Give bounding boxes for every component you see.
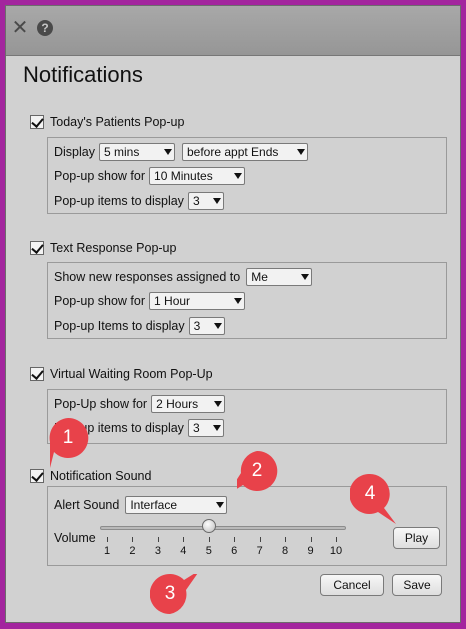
virtual-show-for-dropdown[interactable]: 2 Hours	[151, 395, 226, 413]
volume-tick-label: 5	[205, 545, 212, 557]
notification-sound-toggle[interactable]: Notification Sound	[30, 469, 151, 483]
todays-show-for-value: 10 Minutes	[154, 169, 213, 183]
volume-tick	[285, 537, 287, 542]
volume-tick-label: 7	[256, 545, 263, 557]
text-response-label: Text Response Pop-up	[50, 241, 177, 255]
assigned-to-dropdown[interactable]: Me	[246, 268, 313, 286]
items-label: Pop-up items to display	[54, 194, 184, 208]
chevron-down-icon	[213, 323, 222, 329]
display-label: Display	[54, 145, 95, 159]
virtual-waiting-group: Pop-Up show for 2 Hours Pop-up items to …	[47, 389, 447, 444]
volume-tick	[336, 537, 337, 542]
text-response-checkbox[interactable]	[30, 241, 44, 255]
chevron-down-icon	[297, 149, 305, 155]
virtual-show-for-value: 2 Hours	[156, 397, 199, 411]
text-response-group: Show new responses assigned to Me Pop-up…	[47, 262, 447, 339]
show-for-label: Pop-up show for	[54, 294, 146, 308]
volume-tick-label: 2	[129, 545, 136, 557]
close-icon[interactable]: ✕	[9, 17, 31, 39]
volume-tick-label: 10	[329, 545, 343, 557]
cancel-button[interactable]: Cancel	[320, 574, 384, 596]
alert-sound-label: Alert Sound	[54, 498, 120, 512]
virtual-waiting-checkbox[interactable]	[30, 367, 44, 381]
chevron-down-icon	[212, 198, 221, 204]
assigned-label: Show new responses assigned to	[54, 270, 241, 284]
notification-sound-label: Notification Sound	[50, 469, 152, 483]
assigned-to-value: Me	[251, 270, 268, 284]
text-show-for-value: 1 Hour	[154, 294, 191, 308]
show-for-label: Pop-Up show for	[54, 397, 148, 411]
play-button[interactable]: Play	[393, 527, 440, 549]
todays-patients-group: Display 5 mins before appt Ends Pop-up s…	[47, 137, 447, 214]
volume-slider-track[interactable]	[100, 526, 346, 530]
todays-patients-toggle[interactable]: Today's Patients Pop-up	[30, 115, 184, 129]
chevron-down-icon	[164, 149, 172, 155]
volume-tick	[208, 537, 210, 542]
virtual-items-value: 3	[192, 421, 200, 435]
todays-patients-checkbox[interactable]	[30, 115, 44, 129]
text-show-for-dropdown[interactable]: 1 Hour	[149, 292, 246, 310]
volume-tick-label: 9	[307, 545, 314, 557]
volume-tick	[310, 537, 312, 542]
volume-tick	[183, 537, 185, 542]
volume-tick	[234, 537, 236, 542]
alert-sound-value: Interface	[130, 498, 178, 512]
virtual-waiting-toggle[interactable]: Virtual Waiting Room Pop-Up	[30, 367, 213, 381]
virtual-waiting-label: Virtual Waiting Room Pop-Up	[50, 367, 213, 381]
notification-sound-checkbox[interactable]	[30, 469, 44, 483]
chevron-down-icon	[234, 298, 243, 304]
chevron-down-icon	[214, 401, 223, 407]
todays-items-dropdown[interactable]: 3	[187, 192, 224, 210]
save-button[interactable]: Save	[392, 574, 442, 596]
display-when-value: before appt Ends	[187, 145, 279, 159]
display-duration-dropdown[interactable]: 5 mins	[99, 143, 175, 161]
volume-tick	[157, 537, 159, 542]
todays-items-value: 3	[192, 194, 200, 208]
volume-tick-label: 3	[154, 545, 161, 557]
display-when-dropdown[interactable]: before appt Ends	[182, 143, 308, 161]
chevron-down-icon	[234, 173, 243, 179]
volume-tick	[259, 537, 261, 542]
page-title: Notifications	[23, 62, 143, 87]
todays-patients-label: Today's Patients Pop-up	[50, 115, 185, 129]
show-for-label: Pop-up show for	[54, 169, 146, 183]
text-items-dropdown[interactable]: 3	[188, 317, 225, 335]
todays-show-for-dropdown[interactable]: 10 Minutes	[149, 167, 246, 185]
volume-slider-thumb[interactable]	[201, 519, 216, 533]
chevron-down-icon	[301, 274, 310, 280]
volume-tick-label: 1	[103, 545, 111, 557]
chevron-down-icon	[216, 502, 225, 508]
volume-tick	[132, 537, 134, 542]
text-items-value: 3	[193, 319, 201, 333]
items-label: Pop-up Items to display	[54, 319, 185, 333]
chevron-down-icon	[212, 425, 221, 431]
text-response-toggle[interactable]: Text Response Pop-up	[30, 241, 176, 255]
volume-label: Volume	[54, 531, 96, 545]
items-label: Pop-up items to display	[54, 421, 184, 435]
virtual-items-dropdown[interactable]: 3	[187, 419, 224, 437]
volume-tick-label: 8	[282, 545, 289, 557]
title-bar: ✕ ?	[6, 6, 460, 56]
volume-tick-label: 4	[180, 545, 187, 557]
alert-sound-dropdown[interactable]: Interface	[125, 496, 228, 514]
volume-tick	[107, 537, 108, 542]
display-duration-value: 5 mins	[104, 145, 140, 159]
help-icon[interactable]: ?	[37, 20, 53, 36]
volume-tick-label: 6	[231, 545, 238, 557]
